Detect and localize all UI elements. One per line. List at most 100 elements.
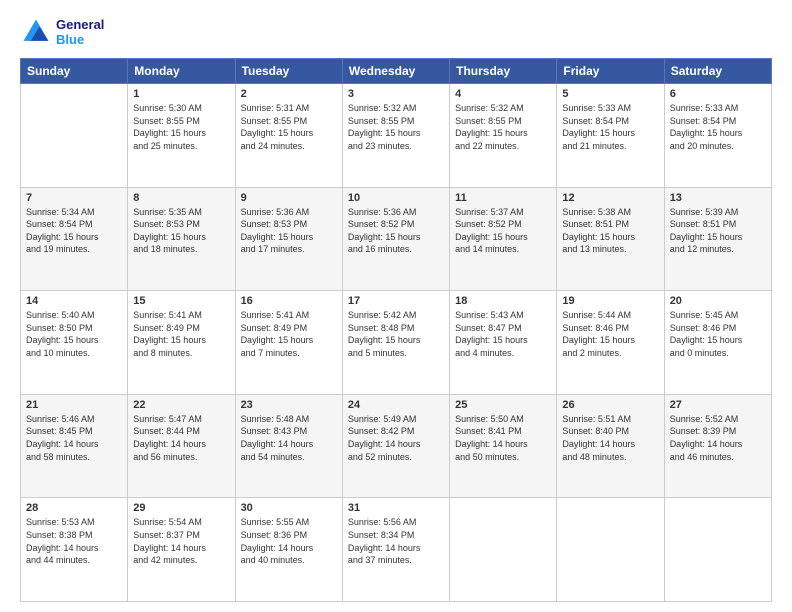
day-number: 4 xyxy=(455,88,551,100)
day-cell: 17 Sunrise: 5:42 AM Sunset: 8:48 PM Dayli… xyxy=(342,291,449,395)
day-info: Sunrise: 5:54 AM Sunset: 8:37 PM Dayligh… xyxy=(133,516,229,566)
day-number: 10 xyxy=(348,192,444,204)
week-row-5: 28 Sunrise: 5:53 AM Sunset: 8:38 PM Dayli… xyxy=(21,498,772,602)
day-info: Sunrise: 5:35 AM Sunset: 8:53 PM Dayligh… xyxy=(133,206,229,256)
day-info: Sunrise: 5:45 AM Sunset: 8:46 PM Dayligh… xyxy=(670,309,766,359)
day-number: 29 xyxy=(133,502,229,514)
day-info: Sunrise: 5:33 AM Sunset: 8:54 PM Dayligh… xyxy=(562,102,658,152)
day-cell: 18 Sunrise: 5:43 AM Sunset: 8:47 PM Dayli… xyxy=(450,291,557,395)
day-cell: 19 Sunrise: 5:44 AM Sunset: 8:46 PM Dayli… xyxy=(557,291,664,395)
day-info: Sunrise: 5:40 AM Sunset: 8:50 PM Dayligh… xyxy=(26,309,122,359)
day-info: Sunrise: 5:36 AM Sunset: 8:53 PM Dayligh… xyxy=(241,206,337,256)
day-cell: 16 Sunrise: 5:41 AM Sunset: 8:49 PM Dayli… xyxy=(235,291,342,395)
day-number: 18 xyxy=(455,295,551,307)
weekday-header-monday: Monday xyxy=(128,59,235,84)
day-cell: 3 Sunrise: 5:32 AM Sunset: 8:55 PM Daylig… xyxy=(342,84,449,188)
day-cell: 8 Sunrise: 5:35 AM Sunset: 8:53 PM Daylig… xyxy=(128,187,235,291)
day-cell: 9 Sunrise: 5:36 AM Sunset: 8:53 PM Daylig… xyxy=(235,187,342,291)
weekday-header-sunday: Sunday xyxy=(21,59,128,84)
weekday-header-thursday: Thursday xyxy=(450,59,557,84)
day-info: Sunrise: 5:46 AM Sunset: 8:45 PM Dayligh… xyxy=(26,413,122,463)
weekday-header-saturday: Saturday xyxy=(664,59,771,84)
day-cell: 5 Sunrise: 5:33 AM Sunset: 8:54 PM Daylig… xyxy=(557,84,664,188)
header: General Blue xyxy=(20,16,772,48)
day-info: Sunrise: 5:55 AM Sunset: 8:36 PM Dayligh… xyxy=(241,516,337,566)
day-info: Sunrise: 5:37 AM Sunset: 8:52 PM Dayligh… xyxy=(455,206,551,256)
day-info: Sunrise: 5:33 AM Sunset: 8:54 PM Dayligh… xyxy=(670,102,766,152)
day-info: Sunrise: 5:39 AM Sunset: 8:51 PM Dayligh… xyxy=(670,206,766,256)
day-number: 11 xyxy=(455,192,551,204)
logo-text: General Blue xyxy=(56,17,104,47)
day-number: 6 xyxy=(670,88,766,100)
weekday-header-tuesday: Tuesday xyxy=(235,59,342,84)
day-info: Sunrise: 5:32 AM Sunset: 8:55 PM Dayligh… xyxy=(348,102,444,152)
day-info: Sunrise: 5:53 AM Sunset: 8:38 PM Dayligh… xyxy=(26,516,122,566)
day-number: 15 xyxy=(133,295,229,307)
week-row-2: 7 Sunrise: 5:34 AM Sunset: 8:54 PM Daylig… xyxy=(21,187,772,291)
day-info: Sunrise: 5:47 AM Sunset: 8:44 PM Dayligh… xyxy=(133,413,229,463)
day-cell: 25 Sunrise: 5:50 AM Sunset: 8:41 PM Dayli… xyxy=(450,394,557,498)
day-info: Sunrise: 5:56 AM Sunset: 8:34 PM Dayligh… xyxy=(348,516,444,566)
day-number: 20 xyxy=(670,295,766,307)
day-info: Sunrise: 5:50 AM Sunset: 8:41 PM Dayligh… xyxy=(455,413,551,463)
day-number: 31 xyxy=(348,502,444,514)
day-cell: 30Sunrise: 5:55 AM Sunset: 8:36 PM Dayli… xyxy=(235,498,342,602)
day-number: 17 xyxy=(348,295,444,307)
day-cell: 22 Sunrise: 5:47 AM Sunset: 8:44 PM Dayli… xyxy=(128,394,235,498)
day-cell: 7 Sunrise: 5:34 AM Sunset: 8:54 PM Daylig… xyxy=(21,187,128,291)
day-number: 28 xyxy=(26,502,122,514)
calendar-table: SundayMondayTuesdayWednesdayThursdayFrid… xyxy=(20,58,772,602)
day-number: 7 xyxy=(26,192,122,204)
day-info: Sunrise: 5:52 AM Sunset: 8:39 PM Dayligh… xyxy=(670,413,766,463)
day-info: Sunrise: 5:42 AM Sunset: 8:48 PM Dayligh… xyxy=(348,309,444,359)
weekday-header-wednesday: Wednesday xyxy=(342,59,449,84)
day-cell: 2Sunrise: 5:31 AM Sunset: 8:55 PM Daylig… xyxy=(235,84,342,188)
day-cell: 31 Sunrise: 5:56 AM Sunset: 8:34 PM Dayli… xyxy=(342,498,449,602)
day-info: Sunrise: 5:41 AM Sunset: 8:49 PM Dayligh… xyxy=(241,309,337,359)
day-cell xyxy=(450,498,557,602)
week-row-4: 21 Sunrise: 5:46 AM Sunset: 8:45 PM Dayli… xyxy=(21,394,772,498)
day-cell: 29 Sunrise: 5:54 AM Sunset: 8:37 PM Dayli… xyxy=(128,498,235,602)
week-row-1: 1Sunrise: 5:30 AM Sunset: 8:55 PM Daylig… xyxy=(21,84,772,188)
day-cell: 28 Sunrise: 5:53 AM Sunset: 8:38 PM Dayli… xyxy=(21,498,128,602)
day-cell: 15 Sunrise: 5:41 AM Sunset: 8:49 PM Dayli… xyxy=(128,291,235,395)
day-info: Sunrise: 5:38 AM Sunset: 8:51 PM Dayligh… xyxy=(562,206,658,256)
day-number: 23 xyxy=(241,399,337,411)
day-number: 19 xyxy=(562,295,658,307)
day-info: Sunrise: 5:34 AM Sunset: 8:54 PM Dayligh… xyxy=(26,206,122,256)
day-number: 25 xyxy=(455,399,551,411)
day-info: Sunrise: 5:49 AM Sunset: 8:42 PM Dayligh… xyxy=(348,413,444,463)
day-number: 3 xyxy=(348,88,444,100)
day-cell: 10 Sunrise: 5:36 AM Sunset: 8:52 PM Dayli… xyxy=(342,187,449,291)
day-cell xyxy=(664,498,771,602)
day-number: 13 xyxy=(670,192,766,204)
day-number: 21 xyxy=(26,399,122,411)
day-cell: 6 Sunrise: 5:33 AM Sunset: 8:54 PM Daylig… xyxy=(664,84,771,188)
day-info: Sunrise: 5:41 AM Sunset: 8:49 PM Dayligh… xyxy=(133,309,229,359)
day-info: Sunrise: 5:44 AM Sunset: 8:46 PM Dayligh… xyxy=(562,309,658,359)
day-number: 9 xyxy=(241,192,337,204)
day-info: Sunrise: 5:51 AM Sunset: 8:40 PM Dayligh… xyxy=(562,413,658,463)
day-cell: 23 Sunrise: 5:48 AM Sunset: 8:43 PM Dayli… xyxy=(235,394,342,498)
day-number: 1 xyxy=(133,88,229,100)
day-number: 5 xyxy=(562,88,658,100)
day-cell: 24Sunrise: 5:49 AM Sunset: 8:42 PM Dayli… xyxy=(342,394,449,498)
day-number: 8 xyxy=(133,192,229,204)
day-info: Sunrise: 5:43 AM Sunset: 8:47 PM Dayligh… xyxy=(455,309,551,359)
day-cell xyxy=(21,84,128,188)
day-info: Sunrise: 5:48 AM Sunset: 8:43 PM Dayligh… xyxy=(241,413,337,463)
day-info: Sunrise: 5:36 AM Sunset: 8:52 PM Dayligh… xyxy=(348,206,444,256)
day-info: Sunrise: 5:31 AM Sunset: 8:55 PM Dayligh… xyxy=(241,102,337,152)
day-cell: 4 Sunrise: 5:32 AM Sunset: 8:55 PM Daylig… xyxy=(450,84,557,188)
day-cell: 21 Sunrise: 5:46 AM Sunset: 8:45 PM Dayli… xyxy=(21,394,128,498)
week-row-3: 14Sunrise: 5:40 AM Sunset: 8:50 PM Dayli… xyxy=(21,291,772,395)
day-cell: 26Sunrise: 5:51 AM Sunset: 8:40 PM Dayli… xyxy=(557,394,664,498)
day-cell: 27 Sunrise: 5:52 AM Sunset: 8:39 PM Dayli… xyxy=(664,394,771,498)
logo: General Blue xyxy=(20,16,104,48)
day-number: 27 xyxy=(670,399,766,411)
page: General Blue SundayMondayTuesdayWednesda… xyxy=(0,0,792,612)
day-cell: 14Sunrise: 5:40 AM Sunset: 8:50 PM Dayli… xyxy=(21,291,128,395)
day-info: Sunrise: 5:32 AM Sunset: 8:55 PM Dayligh… xyxy=(455,102,551,152)
day-number: 22 xyxy=(133,399,229,411)
day-number: 16 xyxy=(241,295,337,307)
